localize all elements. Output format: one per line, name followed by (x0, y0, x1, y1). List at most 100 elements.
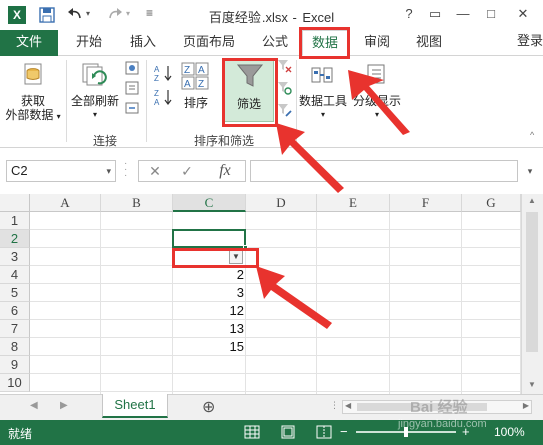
column-header-d[interactable]: D (246, 194, 317, 212)
sheet-tab-sheet1[interactable]: Sheet1 (102, 394, 168, 418)
title-bar: X ▾ ▾ ≡ 百度经验.xlsx - Excel ? ▭ — □ ✕ (0, 0, 543, 30)
insert-function-button[interactable]: fx (213, 162, 237, 180)
zoom-slider[interactable] (356, 427, 456, 437)
scroll-down-icon[interactable]: ▼ (528, 380, 536, 389)
ribbon-tabs: 文件 开始 插入 页面布局 公式 数据 审阅 视图 (0, 30, 543, 56)
collapse-ribbon-icon[interactable]: ^ (530, 130, 534, 140)
close-button[interactable]: ✕ (512, 4, 534, 24)
page-break-view-icon[interactable] (316, 425, 332, 439)
outline-dropdown-icon: ▾ (374, 110, 379, 119)
gridline (461, 212, 462, 394)
svg-text:Z: Z (154, 89, 159, 98)
zoom-level[interactable]: 100% (494, 425, 525, 439)
sort-ascending-icon[interactable]: A Z (154, 64, 174, 82)
data-tools-dropdown-icon: ▾ (320, 110, 325, 119)
new-sheet-button[interactable]: ⊕ (202, 397, 215, 417)
svg-text:Z: Z (184, 65, 190, 76)
vertical-scrollbar[interactable]: ▲ ▼ (521, 194, 543, 394)
tab-file[interactable]: 文件 (0, 30, 58, 56)
tab-home[interactable]: 开始 (66, 30, 112, 56)
tab-split-grip-icon[interactable]: ⋮ (330, 400, 339, 411)
row-header-10[interactable]: 10 (0, 374, 30, 392)
row-header-4[interactable]: 4 (0, 266, 30, 284)
sign-in-link[interactable]: 登录 (517, 30, 543, 56)
row-header-7[interactable]: 7 (0, 320, 30, 338)
row-header-6[interactable]: 6 (0, 302, 30, 320)
cell-c5[interactable]: 3 (173, 284, 246, 302)
outline-label: 分级显示 (352, 94, 401, 108)
properties-icon[interactable] (124, 80, 140, 96)
gridline (30, 373, 521, 374)
column-header-f[interactable]: F (390, 194, 462, 212)
refresh-all-button[interactable]: 全部刷新 ▾ (68, 94, 122, 122)
outline-button[interactable]: 分级显示 ▾ (350, 94, 404, 122)
gridline (30, 355, 521, 356)
active-cell-c2[interactable] (172, 229, 246, 248)
watermark-url: jingyan.baidu.com (398, 418, 487, 430)
scroll-left-icon[interactable]: ◀ (345, 401, 351, 410)
clear-filter-icon[interactable] (276, 58, 292, 74)
name-box-dropdown-icon[interactable]: ▾ (106, 161, 111, 181)
tab-insert[interactable]: 插入 (120, 30, 166, 56)
scroll-up-icon[interactable]: ▲ (528, 196, 536, 205)
gridline (30, 337, 521, 338)
ribbon-display-button[interactable]: ▭ (424, 4, 446, 24)
tab-formulas[interactable]: 公式 (252, 30, 298, 56)
formula-input[interactable] (250, 160, 518, 182)
cell-c4[interactable]: 2 (173, 266, 246, 284)
column-header-b[interactable]: B (101, 194, 173, 212)
sort-filter-group-label: 排序和筛选 (193, 134, 254, 148)
watermark-brand: Bai 经验 (410, 399, 468, 416)
column-header-e[interactable]: E (317, 194, 390, 212)
gridline (30, 229, 521, 230)
formula-buttons: ✕ ✓ fx (138, 160, 246, 182)
formula-bar-grip-icon[interactable]: · · · (124, 159, 130, 181)
cell-c6[interactable]: 12 (173, 302, 246, 320)
column-header-a[interactable]: A (30, 194, 101, 212)
sort-descending-icon[interactable]: Z A (154, 88, 174, 106)
separator (66, 60, 67, 142)
get-external-data-button[interactable]: 获取 外部数据 ▾ (2, 94, 64, 124)
cell-c8[interactable]: 15 (173, 338, 246, 356)
scroll-right-icon[interactable]: ▶ (523, 401, 529, 410)
get-data-label-2: 外部数据 ▾ (5, 108, 61, 122)
normal-view-icon[interactable] (244, 425, 260, 439)
separator (296, 60, 297, 142)
connections-icon[interactable] (124, 60, 140, 76)
maximize-button[interactable]: □ (480, 4, 502, 24)
row-header-3[interactable]: 3 (0, 248, 30, 266)
column-header-g[interactable]: G (462, 194, 521, 212)
svg-text:A: A (198, 65, 205, 76)
sort-button[interactable]: 排序 (178, 96, 214, 110)
outline-icon (367, 64, 385, 84)
vertical-scroll-thumb[interactable] (526, 212, 538, 352)
tab-review[interactable]: 审阅 (354, 30, 400, 56)
row-header-8[interactable]: 8 (0, 338, 30, 356)
expand-formula-bar-icon[interactable]: ▾ (522, 160, 538, 182)
gridline (30, 301, 521, 302)
data-tools-button[interactable]: 数据工具 ▾ (298, 94, 348, 122)
cell-c7[interactable]: 13 (173, 320, 246, 338)
column-header-c[interactable]: C (173, 194, 246, 212)
row-header-2[interactable]: 2 (0, 230, 30, 248)
tab-view[interactable]: 视图 (406, 30, 452, 56)
next-sheet-icon[interactable]: ▶ (60, 400, 68, 411)
prev-sheet-icon[interactable]: ◀ (30, 400, 38, 411)
zoom-out-icon[interactable]: − (340, 424, 348, 439)
row-header-9[interactable]: 9 (0, 356, 30, 374)
edit-links-icon[interactable] (124, 100, 140, 116)
tab-page-layout[interactable]: 页面布局 (174, 30, 244, 56)
row-header-5[interactable]: 5 (0, 284, 30, 302)
svg-text:A: A (154, 98, 160, 106)
select-all-corner[interactable] (0, 194, 30, 212)
refresh-dropdown-icon: ▾ (92, 110, 97, 119)
help-button[interactable]: ? (398, 4, 420, 24)
confirm-entry-icon[interactable]: ✓ (175, 162, 199, 180)
row-header-1[interactable]: 1 (0, 212, 30, 230)
minimize-button[interactable]: — (452, 4, 474, 24)
advanced-filter-icon[interactable] (276, 102, 292, 118)
name-box[interactable]: C2 ▾ (6, 160, 116, 182)
reapply-icon[interactable] (276, 80, 292, 96)
cancel-entry-icon[interactable]: ✕ (143, 162, 167, 180)
page-layout-view-icon[interactable] (280, 425, 296, 439)
